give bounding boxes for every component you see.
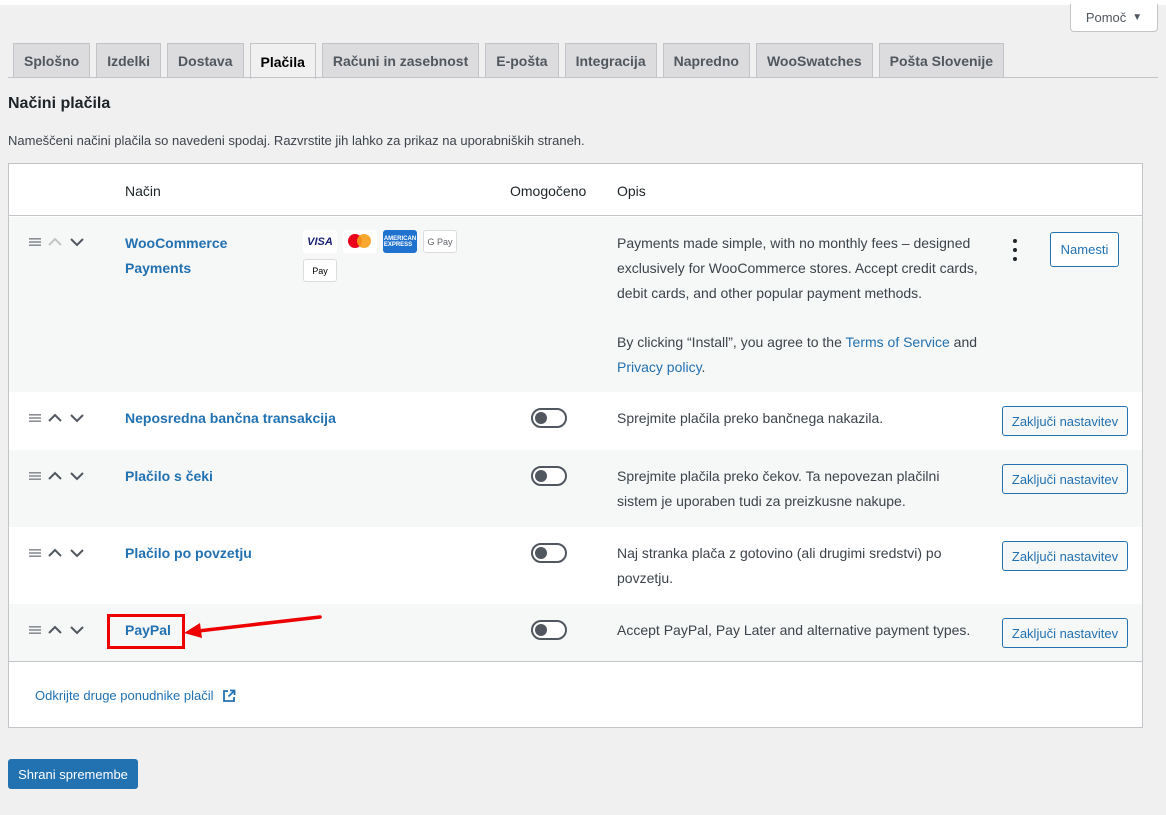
description-line: debit cards, and other popular payment m… xyxy=(617,285,923,301)
drag-handle-icon[interactable] xyxy=(29,237,41,247)
top-strip xyxy=(0,0,1166,5)
description-line: sistem je uporaben tudi za preizkusne na… xyxy=(617,493,906,509)
payment-icons: VISA AMERICAN EXPRESS G Pay Pay xyxy=(303,230,463,282)
description-line: Naj stranka plača z gotovino (ali drugim… xyxy=(617,545,942,561)
page-title: Načini plačila xyxy=(8,95,111,112)
annotation-highlight-box xyxy=(107,614,185,649)
chevron-down-icon[interactable] xyxy=(69,471,85,481)
more-options-icon[interactable] xyxy=(1009,239,1021,261)
apple-pay-icon: Pay xyxy=(303,259,337,282)
enable-toggle[interactable] xyxy=(531,620,567,640)
sort-controls xyxy=(29,471,85,481)
chevron-up-icon[interactable] xyxy=(47,471,63,481)
tab-emails[interactable]: E-pošta xyxy=(485,43,559,78)
enable-toggle[interactable] xyxy=(531,408,567,428)
chevron-up-icon[interactable] xyxy=(47,625,63,635)
privacy-text: . xyxy=(701,359,706,375)
table-row-woocommerce-payments: WooCommerce Payments VISA AMERICAN EXPRE… xyxy=(9,217,1142,392)
finish-setup-button[interactable]: Zaključi nastavitev xyxy=(1002,464,1128,494)
chevron-up-icon[interactable] xyxy=(47,548,63,558)
enable-toggle[interactable] xyxy=(531,466,567,486)
chevron-down-icon[interactable] xyxy=(69,548,85,558)
chevron-down-icon: ▼ xyxy=(1132,12,1143,23)
install-button[interactable]: Namesti xyxy=(1050,232,1119,267)
chevron-down-icon[interactable] xyxy=(69,237,85,247)
tab-products[interactable]: Izdelki xyxy=(96,43,162,78)
drag-handle-icon[interactable] xyxy=(29,625,41,635)
description-line: Sprejmite plačila preko čekov. Ta nepove… xyxy=(617,468,940,484)
tab-general[interactable]: Splošno xyxy=(13,43,91,78)
description-line: povzetju. xyxy=(617,570,674,586)
sort-controls xyxy=(29,237,85,247)
terms-line: By clicking “Install”, you agree to the … xyxy=(617,330,987,355)
sort-controls xyxy=(29,548,85,558)
tab-posta-slovenije[interactable]: Pošta Slovenije xyxy=(878,43,1005,78)
mastercard-icon xyxy=(343,230,377,253)
drag-handle-icon[interactable] xyxy=(29,548,41,558)
help-label: Pomoč xyxy=(1085,10,1127,25)
column-header-description: Opis xyxy=(617,183,646,199)
method-name-link[interactable]: Neposredna bančna transakcija xyxy=(125,406,336,431)
column-header-enabled: Omogočeno xyxy=(510,183,587,199)
finish-setup-button[interactable]: Zaključi nastavitev xyxy=(1002,406,1128,436)
tab-accounts-privacy[interactable]: Računi in zasebnost xyxy=(321,43,480,78)
tab-integration[interactable]: Integracija xyxy=(564,43,657,78)
terms-text: By clicking “Install”, you agree to the xyxy=(617,334,846,350)
amex-icon: AMERICAN EXPRESS xyxy=(383,230,417,253)
sort-controls xyxy=(29,413,85,423)
method-name-link[interactable]: WooCommerce Payments xyxy=(125,231,227,281)
sort-controls xyxy=(29,625,85,635)
google-pay-icon: G Pay xyxy=(423,230,457,253)
chevron-up-icon[interactable] xyxy=(47,237,63,247)
discover-payment-providers-link[interactable]: Odkrijte druge ponudnike plačil xyxy=(35,688,236,703)
discover-link-label: Odkrijte druge ponudnike plačil xyxy=(35,688,214,703)
tab-shipping[interactable]: Dostava xyxy=(167,43,244,78)
chevron-down-icon[interactable] xyxy=(69,625,85,635)
page-description: Nameščeni načini plačila so navedeni spo… xyxy=(8,133,585,148)
description-line: Payments made simple, with no monthly fe… xyxy=(617,235,971,251)
save-changes-button[interactable]: Shrani spremembe xyxy=(8,759,138,789)
method-name-line: WooCommerce xyxy=(125,235,228,251)
visa-icon: VISA xyxy=(303,230,337,253)
chevron-up-icon[interactable] xyxy=(47,413,63,423)
table-row-cash-on-delivery: Plačilo po povzetju Naj stranka plača z … xyxy=(9,527,1142,604)
method-description: Sprejmite plačila preko bančnega nakazil… xyxy=(617,410,884,426)
method-name-link[interactable]: Plačilo s čeki xyxy=(125,464,213,489)
settings-tabs: Splošno Izdelki Dostava Plačila Računi i… xyxy=(13,43,1010,79)
terms-of-service-link[interactable]: Terms of Service xyxy=(846,334,950,350)
privacy-line: Privacy policy. xyxy=(617,355,987,380)
tab-advanced[interactable]: Napredno xyxy=(662,43,750,78)
method-name-line: Payments xyxy=(125,260,192,276)
method-name-link[interactable]: Plačilo po povzetju xyxy=(125,541,252,566)
column-header-method: Način xyxy=(125,183,161,199)
external-link-icon xyxy=(222,689,235,702)
table-header: Način Omogočeno Opis xyxy=(9,164,1142,216)
table-row-check-payments: Plačilo s čeki Sprejmite plačila preko č… xyxy=(9,450,1142,527)
description-line: exclusively for WooCommerce stores. Acce… xyxy=(617,260,978,276)
privacy-policy-link[interactable]: Privacy policy xyxy=(617,359,702,375)
drag-handle-icon[interactable] xyxy=(29,413,41,423)
table-row-bank-transfer: Neposredna bančna transakcija Sprejmite … xyxy=(9,392,1142,450)
help-button[interactable]: Pomoč ▼ xyxy=(1070,4,1158,32)
enable-toggle[interactable] xyxy=(531,543,567,563)
tab-payments[interactable]: Plačila xyxy=(249,43,316,79)
drag-handle-icon[interactable] xyxy=(29,471,41,481)
finish-setup-button[interactable]: Zaključi nastavitev xyxy=(1002,618,1128,648)
method-description: Payments made simple, with no monthly fe… xyxy=(617,231,987,380)
tab-wooswatches[interactable]: WooSwatches xyxy=(755,43,873,78)
method-description: Naj stranka plača z gotovino (ali drugim… xyxy=(617,541,987,591)
tab-divider xyxy=(8,77,1158,78)
annotation-arrow-icon xyxy=(184,615,322,638)
terms-text: and xyxy=(949,334,978,350)
method-description: Sprejmite plačila preko čekov. Ta nepove… xyxy=(617,464,987,514)
chevron-down-icon[interactable] xyxy=(69,413,85,423)
finish-setup-button[interactable]: Zaključi nastavitev xyxy=(1002,541,1128,571)
method-description: Accept PayPal, Pay Later and alternative… xyxy=(617,622,971,638)
